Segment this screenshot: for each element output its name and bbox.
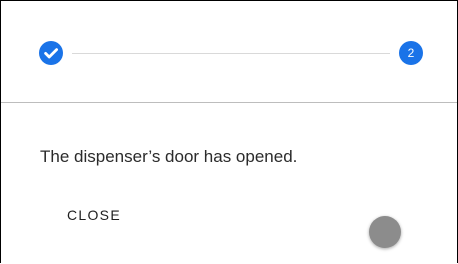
step-2-indicator: 2	[399, 41, 423, 65]
close-button[interactable]: CLOSE	[55, 201, 133, 229]
check-circle-icon	[39, 41, 63, 65]
step-1-complete-icon	[39, 41, 63, 65]
dialog-message: The dispenser’s door has opened.	[40, 147, 298, 166]
dialog-content: The dispenser’s door has opened. CLOSE	[1, 103, 457, 264]
step-connector-line	[72, 53, 390, 54]
stepper-header: 2	[1, 1, 457, 103]
touch-indicator	[369, 216, 401, 248]
dialog-frame: 2 The dispenser’s door has opened. CLOSE	[0, 0, 458, 263]
step-2-number: 2	[407, 46, 415, 60]
